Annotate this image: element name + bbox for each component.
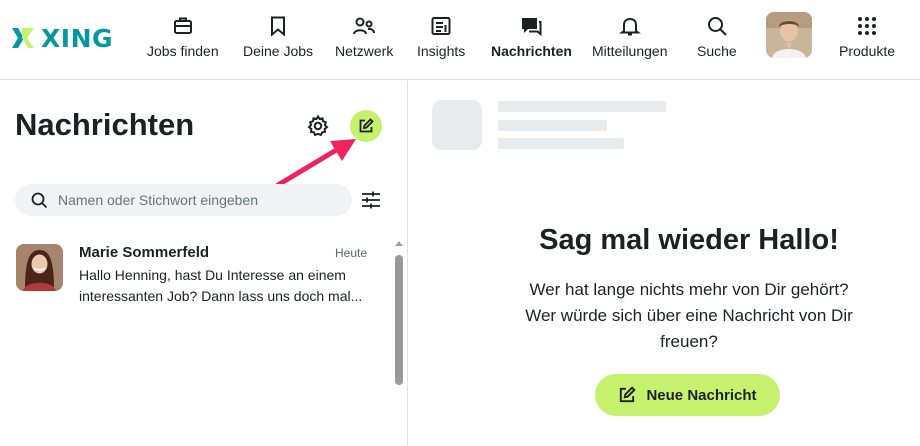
nav-label: Jobs finden (147, 43, 219, 59)
compose-icon (620, 386, 637, 403)
messages-sidebar: Nachrichten Namen oder Stichwort eingebe… (0, 81, 408, 446)
scroll-up-arrow[interactable] (395, 241, 403, 246)
empty-state-text: Wer hat lange nichts mehr von Dir gehört… (525, 280, 853, 351)
briefcase-icon (172, 14, 194, 38)
brand-name: XING (41, 23, 114, 53)
chat-icon (520, 14, 542, 38)
search-input[interactable] (58, 192, 338, 208)
nav-label: Suche (697, 43, 737, 59)
search-icon (31, 192, 48, 209)
conversation-preview: Hallo Henning, hast Du Interesse an eine… (79, 267, 363, 304)
scrollbar[interactable] (394, 237, 404, 446)
people-icon (352, 14, 376, 38)
conversation-item[interactable]: Marie Sommerfeld Heute Hallo Henning, ha… (0, 237, 390, 313)
nav-label: Nachrichten (491, 43, 572, 59)
search-icon (706, 14, 728, 38)
grid-icon (856, 14, 878, 38)
empty-state-title: Sag mal wieder Hallo! (539, 224, 839, 256)
search-field[interactable] (15, 184, 352, 216)
bookmark-icon (267, 14, 289, 38)
filter-button[interactable] (360, 189, 382, 211)
new-message-label: Neue Nachricht (646, 386, 757, 404)
new-message-button[interactable]: Neue Nachricht (595, 374, 780, 416)
profile-avatar[interactable] (766, 12, 812, 58)
nav-label: Mitteilungen (592, 43, 668, 59)
bell-icon (618, 14, 641, 38)
nav-insights[interactable]: Insights (417, 14, 465, 64)
nav-deine-jobs[interactable]: Deine Jobs (243, 14, 313, 64)
nav-netzwerk[interactable]: Netzwerk (335, 14, 393, 64)
conversation-panel: Sag mal wieder Hallo! Wer hat lange nich… (409, 81, 920, 446)
scroll-thumb[interactable] (395, 255, 403, 385)
nav-produkte[interactable]: Produkte (839, 14, 895, 64)
xing-logo[interactable]: XING (9, 23, 113, 53)
skeleton-line (498, 138, 624, 149)
conversation-time: Heute (335, 246, 368, 260)
nav-label: Netzwerk (335, 43, 394, 59)
insights-icon (430, 14, 452, 38)
sliders-icon (362, 191, 380, 209)
skeleton-line (498, 101, 666, 112)
skeleton-avatar (432, 100, 482, 150)
xing-logo-icon (12, 28, 34, 48)
nav-label: Produkte (839, 43, 896, 59)
top-navigation: XING Jobs finden Deine Jobs Netzwerk Ins… (0, 0, 920, 80)
nav-jobs-finden[interactable]: Jobs finden (147, 14, 219, 64)
conversation-name: Marie Sommerfeld (79, 244, 210, 261)
skeleton-line (498, 120, 607, 131)
nav-nachrichten[interactable]: Nachrichten (491, 14, 572, 64)
nav-suche[interactable]: Suche (697, 14, 737, 64)
page-title: Nachrichten (15, 107, 195, 142)
avatar (16, 244, 63, 291)
nav-label: Deine Jobs (243, 43, 314, 59)
nav-mitteilungen[interactable]: Mitteilungen (592, 14, 668, 64)
nav-label: Insights (417, 43, 466, 59)
